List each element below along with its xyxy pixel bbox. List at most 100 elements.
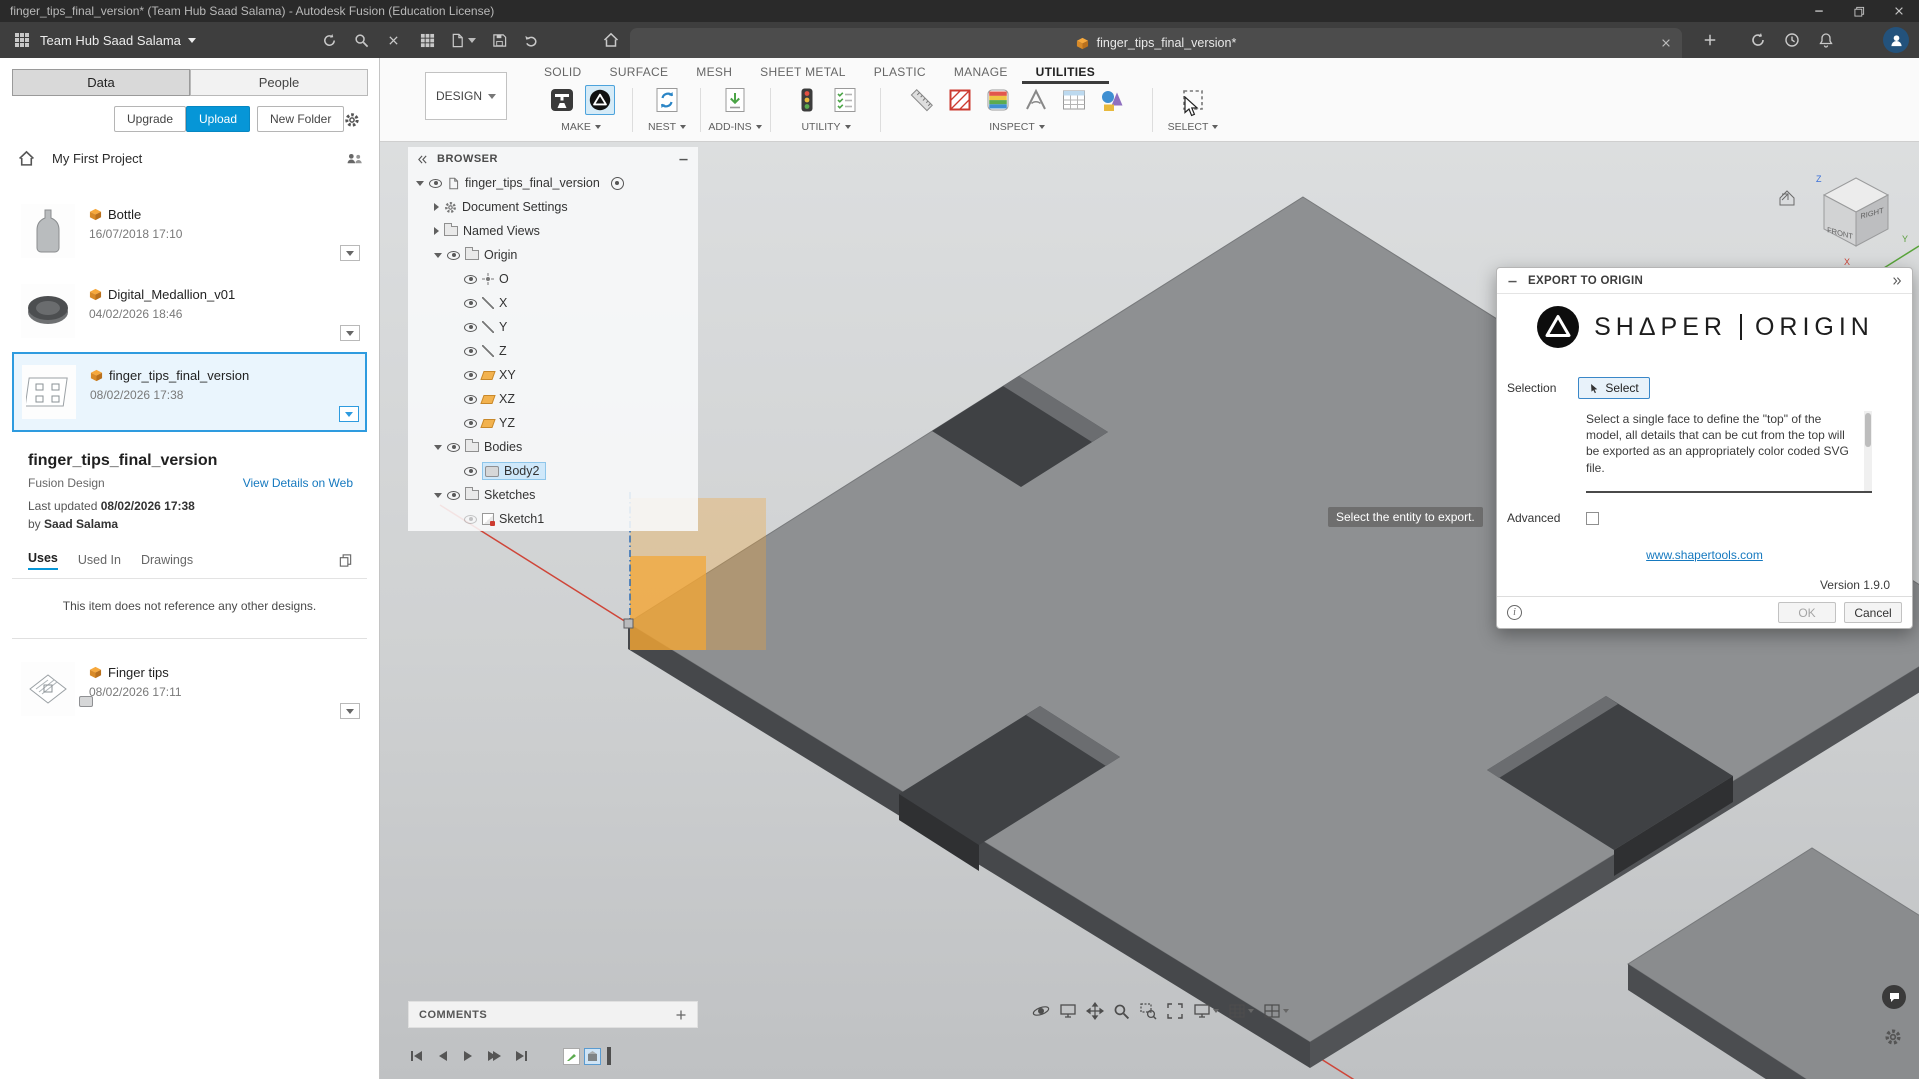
timeline-go-start-icon[interactable] <box>410 1047 424 1065</box>
browser-node-x-axis[interactable]: X <box>408 291 698 315</box>
nest-command-icon[interactable] <box>652 85 682 115</box>
history-icon[interactable] <box>1782 30 1802 50</box>
visibility-eye-icon[interactable] <box>464 298 477 308</box>
timeline-sketch-feature-icon[interactable] <box>563 1047 580 1065</box>
design-item-bottle[interactable]: Bottle 16/07/2018 17:10 <box>12 192 367 270</box>
interference-command-icon[interactable] <box>945 85 975 115</box>
viewports-icon[interactable] <box>1263 1002 1289 1020</box>
primitives-command-icon[interactable] <box>1097 85 1127 115</box>
file-menu-caret-icon[interactable] <box>468 38 476 43</box>
document-tab[interactable]: finger_tips_final_version* <box>630 28 1682 58</box>
expand-arrow-icon[interactable] <box>434 252 442 258</box>
browser-node-body2[interactable]: Body2 <box>408 459 698 483</box>
dialog-header[interactable]: EXPORT TO ORIGIN <box>1497 268 1912 294</box>
minimize-button[interactable] <box>1799 0 1839 22</box>
view-details-link[interactable]: View Details on Web <box>243 476 353 490</box>
tab-manage[interactable]: MANAGE <box>940 61 1022 84</box>
browser-node-sketches[interactable]: Sketches <box>408 483 698 507</box>
visibility-eye-icon[interactable] <box>447 490 460 500</box>
visibility-eye-icon[interactable] <box>429 178 442 188</box>
viewcube-home-icon[interactable] <box>1779 190 1795 206</box>
tab-people[interactable]: People <box>190 69 368 96</box>
job-status-icon[interactable] <box>1748 30 1768 50</box>
timeline-extrude-feature-icon[interactable] <box>584 1047 601 1065</box>
new-folder-button[interactable]: New Folder <box>257 106 345 132</box>
detail-tab-uses[interactable]: Uses <box>28 551 58 570</box>
browser-node-yz-plane[interactable]: YZ <box>408 411 698 435</box>
item-dropdown-button[interactable] <box>340 245 360 261</box>
shaper-utility-command-icon[interactable] <box>585 85 615 115</box>
tab-utilities[interactable]: UTILITIES <box>1021 61 1110 84</box>
zoom-window-icon[interactable] <box>1139 1002 1157 1020</box>
expand-arrow-icon[interactable] <box>434 492 442 498</box>
timeline-play-icon[interactable] <box>462 1047 474 1065</box>
minimize-panel-icon[interactable] <box>677 152 690 166</box>
timeline-position-handle[interactable] <box>607 1047 611 1065</box>
in-context-target-icon[interactable] <box>610 176 624 190</box>
home-icon[interactable] <box>601 30 621 50</box>
collapse-panel-icon[interactable] <box>416 152 429 166</box>
body-piece-bottom-right[interactable] <box>1627 847 1919 1079</box>
scrollbar[interactable] <box>1864 411 1872 491</box>
visibility-eye-off-icon[interactable] <box>464 514 477 524</box>
browser-node-y-axis[interactable]: Y <box>408 315 698 339</box>
browser-node-sketch1[interactable]: Sketch1 <box>408 507 698 531</box>
team-hub-menu[interactable]: Team Hub Saad Salama <box>40 22 196 58</box>
3d-print-command-icon[interactable] <box>547 85 577 115</box>
comments-bar[interactable]: COMMENTS <box>408 1001 698 1028</box>
save-icon[interactable] <box>489 30 509 50</box>
browser-node-xy-plane[interactable]: XY <box>408 363 698 387</box>
info-icon[interactable]: i <box>1507 605 1522 620</box>
tab-surface[interactable]: SURFACE <box>596 61 683 84</box>
browser-node-named-views[interactable]: Named Views <box>408 219 698 243</box>
close-tab-icon[interactable] <box>1660 35 1672 49</box>
visibility-eye-icon[interactable] <box>464 394 477 404</box>
3d-viewport[interactable]: BROWSER finger_tips_final_version Docume… <box>380 142 1919 1079</box>
notifications-bell-icon[interactable] <box>1816 30 1836 50</box>
expand-arrow-icon[interactable] <box>434 203 439 211</box>
refresh-icon[interactable] <box>319 30 339 50</box>
project-name[interactable]: My First Project <box>52 151 142 166</box>
group-label-make[interactable]: MAKE <box>561 121 601 133</box>
browser-node-document-settings[interactable]: Document Settings <box>408 195 698 219</box>
maximize-button[interactable] <box>1839 0 1879 22</box>
visibility-eye-icon[interactable] <box>464 346 477 356</box>
traffic-light-command-icon[interactable] <box>792 85 822 115</box>
grid-settings-icon[interactable] <box>1228 1002 1254 1020</box>
browser-node-bodies[interactable]: Bodies <box>408 435 698 459</box>
dock-dialog-icon[interactable] <box>1891 274 1903 288</box>
group-label-addins[interactable]: ADD-INS <box>708 121 762 133</box>
panel-settings-gear-icon[interactable] <box>344 111 360 128</box>
collapse-dialog-icon[interactable] <box>1506 273 1519 287</box>
group-label-inspect[interactable]: INSPECT <box>989 121 1045 133</box>
add-comment-icon[interactable] <box>675 1008 687 1020</box>
user-avatar[interactable] <box>1883 27 1909 53</box>
browser-node-origin[interactable]: Origin <box>408 243 698 267</box>
close-search-icon[interactable] <box>383 30 403 50</box>
design-item-finger-tips-final-version[interactable]: finger_tips_final_version 08/02/2026 17:… <box>12 352 367 432</box>
group-label-nest[interactable]: NEST <box>648 121 686 133</box>
timeline-step-back-icon[interactable] <box>437 1047 449 1065</box>
copy-icon[interactable] <box>338 552 353 567</box>
file-menu-icon[interactable] <box>447 30 467 50</box>
browser-node-z-axis[interactable]: Z <box>408 339 698 363</box>
undo-icon[interactable] <box>521 30 541 50</box>
visibility-eye-icon[interactable] <box>464 466 477 476</box>
data-panel-toggle-icon[interactable] <box>12 30 32 50</box>
new-tab-icon[interactable] <box>1700 30 1720 50</box>
addins-command-icon[interactable] <box>720 85 750 115</box>
tab-plastic[interactable]: PLASTIC <box>860 61 940 84</box>
tab-mesh[interactable]: MESH <box>682 61 746 84</box>
item-dropdown-button[interactable] <box>340 325 360 341</box>
timeline-step-forward-icon[interactable] <box>487 1047 501 1065</box>
close-window-button[interactable] <box>1879 0 1919 22</box>
browser-node-root[interactable]: finger_tips_final_version <box>408 171 698 195</box>
measure-ruler-command-icon[interactable] <box>907 85 937 115</box>
preferences-gear-icon[interactable] <box>1884 1028 1902 1046</box>
feedback-bubble-icon[interactable] <box>1882 985 1906 1009</box>
curvature-analysis-command-icon[interactable] <box>983 85 1013 115</box>
visibility-eye-icon[interactable] <box>464 418 477 428</box>
item-dropdown-button[interactable] <box>340 703 360 719</box>
visibility-eye-icon[interactable] <box>464 370 477 380</box>
visibility-eye-icon[interactable] <box>447 442 460 452</box>
